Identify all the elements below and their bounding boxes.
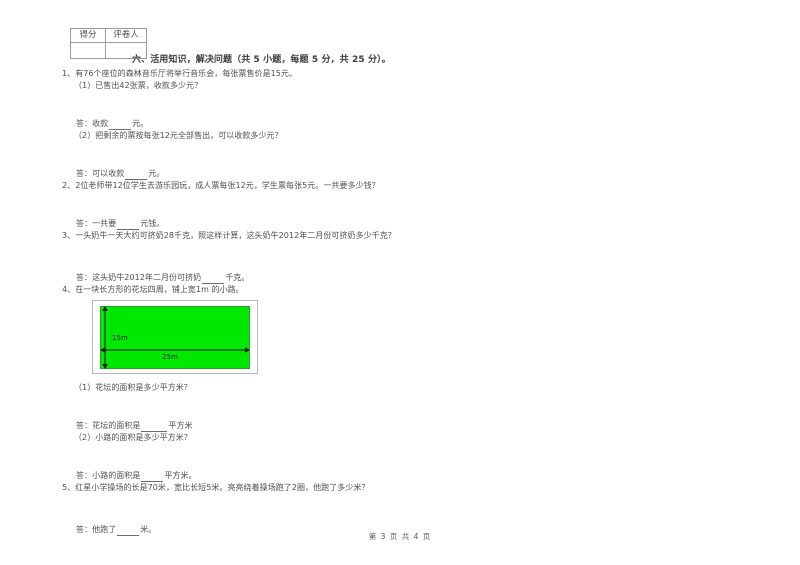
exam-page: 得分 评卷人 六、活用知识，解决问题（共 5 小题，每题 5 分，共 25 分）…: [0, 0, 800, 565]
answer-prefix: 答：这头奶牛2012年二月份可挤奶: [76, 273, 202, 282]
answer-prefix: 答：花坛的面积是: [76, 421, 141, 430]
work-space: [62, 494, 462, 524]
question-1-answer-1: 答：收款 元。: [62, 118, 462, 130]
question-4-answer-2: 答：小路的面积是 平方米。: [62, 470, 462, 482]
answer-suffix: 千克。: [225, 273, 250, 282]
answer-suffix: 平方米: [168, 421, 193, 430]
grader-header-cell: 评卷人: [105, 28, 147, 43]
question-1: 1、有76个座位的森林音乐厅将举行音乐会，每张票售价是15元。 （1）已售出42…: [62, 68, 462, 180]
answer-suffix: 元钱。: [140, 219, 165, 228]
answer-blank[interactable]: [141, 424, 168, 432]
score-value-cell[interactable]: [70, 42, 106, 59]
question-4-sub-2: （2）小路的面积是多少平方米？: [74, 433, 192, 442]
question-2: 2、2位老师带12位学生去游乐园玩，成人票每张12元，学生票每张5元。一共要多少…: [62, 180, 462, 230]
work-space: [62, 142, 462, 168]
question-1-stem: 1、有76个座位的森林音乐厅将举行音乐会，每张票售价是15元。: [62, 69, 297, 78]
question-3-stem: 3、一头奶牛一天大约可挤奶28千克，照这样计算，这头奶牛2012年二月份可挤奶多…: [62, 231, 396, 240]
question-1-sub-2: （2）把剩余的票按每张12元全部售出，可以收款多少元？: [74, 131, 283, 140]
answer-blank[interactable]: [202, 276, 225, 284]
question-4: 4、在一块长方形的花坛四周，铺上宽1m 的小路。 15m 25m （1）花坛的面…: [62, 284, 462, 482]
work-space: [62, 92, 462, 118]
work-space: [62, 242, 462, 272]
question-2-stem: 2、2位老师带12位学生去游乐园玩，成人票每张12元，学生票每张5元。一共要多少…: [62, 181, 380, 190]
table-row: 得分 评卷人: [70, 28, 147, 43]
answer-blank[interactable]: [117, 222, 140, 230]
answer-prefix: 答：一共要: [76, 219, 117, 228]
question-5-stem: 5、红星小学操场的长是70米，宽比长短5米。亮亮绕着操场跑了2圈，他跑了多少米？: [62, 483, 370, 492]
answer-blank[interactable]: [109, 122, 132, 130]
work-space: [62, 444, 462, 470]
figure-width-label: 25m: [162, 353, 178, 361]
question-4-sub-1: （1）花坛的面积是多少平方米？: [74, 383, 192, 392]
answer-prefix: 答：收款: [76, 119, 109, 128]
question-3-answer: 答：这头奶牛2012年二月份可挤奶 千克。: [62, 272, 462, 284]
answer-suffix: 元。: [148, 169, 165, 178]
answer-prefix: 答：可以收款: [76, 169, 125, 178]
figure-height-label: 15m: [112, 334, 128, 342]
work-space: [62, 394, 462, 420]
question-5: 5、红星小学操场的长是70米，宽比长短5米。亮亮绕着操场跑了2圈，他跑了多少米？…: [62, 482, 462, 536]
question-3: 3、一头奶牛一天大约可挤奶28千克，照这样计算，这头奶牛2012年二月份可挤奶多…: [62, 230, 462, 284]
section-title: 六、活用知识，解决问题（共 5 小题，每题 5 分，共 25 分）。: [132, 55, 391, 65]
answer-blank[interactable]: [125, 172, 148, 180]
flowerbed-figure: 15m 25m: [92, 300, 258, 374]
page-content: 得分 评卷人 六、活用知识，解决问题（共 5 小题，每题 5 分，共 25 分）…: [62, 28, 462, 536]
answer-suffix: 元。: [132, 119, 149, 128]
score-header-area: 得分 评卷人 六、活用知识，解决问题（共 5 小题，每题 5 分，共 25 分）…: [62, 28, 462, 68]
figure-inner: 15m 25m: [100, 306, 250, 369]
page-footer: 第 3 页 共 4 页: [368, 532, 432, 541]
work-space: [62, 192, 462, 218]
question-4-stem: 4、在一块长方形的花坛四周，铺上宽1m 的小路。: [62, 285, 244, 294]
score-header-cell: 得分: [70, 28, 106, 43]
answer-blank[interactable]: [141, 474, 164, 482]
question-1-sub-1: （1）已售出42张票，收款多少元？: [74, 81, 203, 90]
answer-prefix: 答：小路的面积是: [76, 471, 141, 480]
question-1-answer-2: 答：可以收款 元。: [62, 168, 462, 180]
answer-suffix: 平方米。: [164, 471, 197, 480]
question-2-answer: 答：一共要 元钱。: [62, 218, 462, 230]
question-4-answer-1: 答：花坛的面积是 平方米: [62, 420, 462, 432]
